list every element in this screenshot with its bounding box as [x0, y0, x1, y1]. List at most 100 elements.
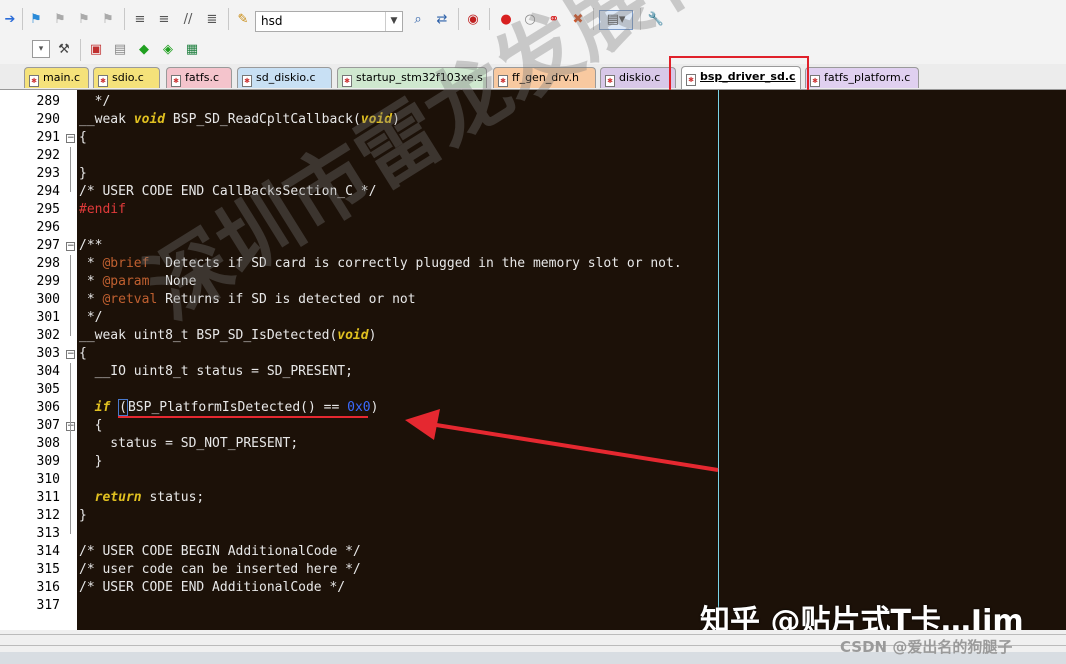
fold-toggle-icon[interactable]: − — [66, 134, 75, 143]
tab-sd-diskio-c[interactable]: ✱ sd_diskio.c — [237, 67, 332, 88]
search-icon[interactable]: ⌕ — [408, 10, 428, 30]
fold-toggle-icon[interactable]: − — [66, 242, 75, 251]
line-number: 309 — [36, 454, 60, 469]
tab-main-c[interactable]: ✱ main.c — [24, 67, 89, 88]
line-number: 315 — [36, 562, 60, 577]
code-line[interactable]: #endif — [79, 201, 126, 219]
line-number: 312 — [36, 508, 60, 523]
tab-label: sd_diskio.c — [256, 71, 316, 84]
tab-label: fatfs_platform.c — [824, 71, 911, 84]
code-line[interactable]: status = SD_NOT_PRESENT; — [79, 435, 298, 453]
unindent-icon[interactable]: ≡ — [154, 10, 174, 30]
code-line[interactable]: /* user code can be inserted here */ — [79, 561, 361, 579]
tab-label: sdio.c — [112, 71, 144, 84]
arrow-right-icon[interactable]: ➔ — [0, 10, 20, 30]
code-line[interactable]: if (BSP_PlatformIsDetected() == 0x0) — [79, 399, 378, 417]
indent-icon[interactable]: ≡ — [130, 10, 150, 30]
tab-fatfs-c[interactable]: ✱ fatfs.c — [166, 67, 232, 88]
line-number: 303 — [36, 346, 60, 361]
toolbar-separator — [80, 39, 81, 61]
bookmark-icon[interactable]: ⚑ — [26, 10, 46, 30]
tab-label: fatfs.c — [185, 71, 220, 84]
file-icon: ✱ — [171, 75, 181, 87]
code-editor[interactable]: 289 290 291 292 293 294 295 296 297 298 299 300 301 3… — [0, 90, 1066, 630]
fold-toggle-icon[interactable]: − — [66, 350, 75, 359]
line-number: 307 — [36, 418, 60, 433]
toolbar-separator — [228, 8, 229, 30]
uncomment-icon[interactable]: ≣ — [202, 10, 222, 30]
code-line[interactable]: __weak uint8_t BSP_SD_IsDetected(void) — [79, 327, 376, 345]
tab-fatfs-platform-c[interactable]: ✱ fatfs_platform.c — [805, 67, 919, 88]
fold-guide — [70, 255, 71, 336]
replace-icon[interactable]: ⇄ — [432, 10, 452, 30]
file-icon: ✱ — [242, 75, 252, 87]
line-number: 316 — [36, 580, 60, 595]
line-number: 300 — [36, 292, 60, 307]
line-number: 314 — [36, 544, 60, 559]
bookmark-next-icon[interactable]: ⚑ — [74, 10, 94, 30]
code-line[interactable]: { — [79, 129, 87, 147]
line-number: 293 — [36, 166, 60, 181]
comment-icon[interactable]: // — [178, 10, 198, 30]
line-number: 302 — [36, 328, 60, 343]
code-line[interactable]: __IO uint8_t status = SD_PRESENT; — [79, 363, 353, 381]
tab-sdio-c[interactable]: ✱ sdio.c — [93, 67, 160, 88]
build-icon[interactable]: ▣ — [86, 40, 106, 60]
code-line[interactable]: /** — [79, 237, 102, 255]
fold-guide — [70, 435, 71, 480]
line-number: 292 — [36, 148, 60, 163]
line-number: 296 — [36, 220, 60, 235]
toolbar-separator — [124, 8, 125, 30]
line-number: 297 — [36, 238, 60, 253]
code-line[interactable]: } — [79, 507, 87, 525]
line-number: 308 — [36, 436, 60, 451]
line-number: 290 — [36, 112, 60, 127]
line-number: 289 — [36, 94, 60, 109]
download-icon[interactable]: ◆ — [134, 40, 154, 60]
line-number: 313 — [36, 526, 60, 541]
line-number-gutter: 289 290 291 292 293 294 295 296 297 298 299 300 301 3… — [0, 90, 64, 630]
chevron-down-icon[interactable]: ▼ — [385, 12, 402, 31]
line-number: 295 — [36, 202, 60, 217]
csdn-watermark: CSDN @爱出名的狗腿子 — [840, 638, 1013, 656]
tab-label: diskio.c — [619, 71, 661, 84]
line-number: 298 — [36, 256, 60, 271]
line-number: 310 — [36, 472, 60, 487]
fold-guide — [70, 147, 71, 192]
code-line[interactable]: */ — [79, 93, 111, 111]
code-line[interactable]: return status; — [79, 489, 205, 507]
file-icon: ✱ — [342, 75, 352, 87]
line-number: 306 — [36, 400, 60, 415]
line-number: 294 — [36, 184, 60, 199]
load-icon[interactable]: ▦ — [182, 40, 202, 60]
line-number: 304 — [36, 364, 60, 379]
bookmark-clear-icon[interactable]: ⚑ — [98, 10, 118, 30]
line-number: 291 — [36, 130, 60, 145]
target-value: hsd — [261, 14, 283, 28]
file-icon: ✱ — [810, 75, 820, 87]
line-number: 311 — [36, 490, 60, 505]
code-line[interactable]: { — [79, 417, 103, 435]
code-line[interactable]: } — [79, 453, 103, 471]
file-icon: ✱ — [98, 75, 108, 87]
code-line[interactable]: */ — [79, 309, 103, 327]
magic-wand-icon[interactable]: ⚒ — [54, 40, 74, 60]
code-line[interactable]: } — [79, 165, 87, 183]
target-combo[interactable]: hsd ▼ — [255, 11, 403, 32]
code-line[interactable]: /* USER CODE END AdditionalCode */ — [79, 579, 345, 597]
bookmark-prev-icon[interactable]: ⚑ — [50, 10, 70, 30]
dropdown-icon[interactable]: ▾ — [32, 40, 50, 58]
file-icon: ✱ — [605, 75, 615, 87]
code-area[interactable]: */__weak void BSP_SD_ReadCpltCallback(vo… — [77, 90, 1066, 630]
column-guide-line — [718, 90, 719, 630]
toolbar-separator — [22, 8, 23, 30]
find-in-files-icon[interactable]: ✎ — [233, 10, 253, 30]
code-line[interactable]: /* USER CODE BEGIN AdditionalCode */ — [79, 543, 361, 561]
tab-label: main.c — [43, 71, 81, 84]
rebuild-icon[interactable]: ▤ — [110, 40, 130, 60]
code-line[interactable]: { — [79, 345, 87, 363]
diamond-icon[interactable]: ◈ — [158, 40, 178, 60]
fold-margin: −−−− — [64, 90, 78, 630]
line-number: 299 — [36, 274, 60, 289]
file-icon: ✱ — [29, 75, 39, 87]
